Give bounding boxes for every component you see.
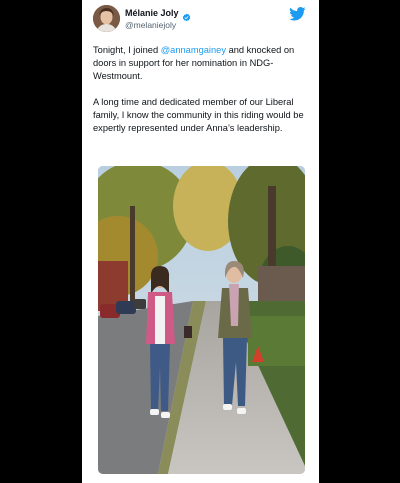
tweet-body: Tonight, I joined @annamgainey and knock… [93,44,313,147]
avatar[interactable] [93,5,120,32]
mention-link[interactable]: @annamgainey [161,45,226,55]
tweet-paragraph-2: A long time and dedicated member of our … [93,96,304,134]
tweet-text-segment: Tonight, I joined [93,45,161,55]
tweet-paragraph-1: Tonight, I joined @annamgainey and knock… [93,44,313,84]
tweet-photo[interactable] [98,166,305,474]
tweet-header: Mélanie Joly @melaniejoly [93,5,309,33]
verified-badge-icon [182,9,191,22]
author-display-name[interactable]: Mélanie Joly [125,8,179,19]
tweet-card: Mélanie Joly @melaniejoly Tonight, I joi… [82,0,319,483]
twitter-bird-icon[interactable] [289,7,306,21]
